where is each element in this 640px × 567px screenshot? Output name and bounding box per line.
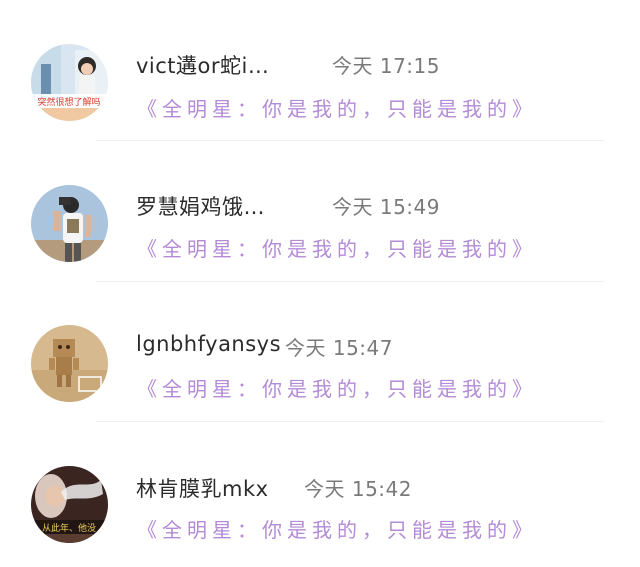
avatar-caption: 突然很想了解吗 (37, 96, 100, 108)
comment-time: 今天 15:47 (285, 336, 393, 360)
comment-item[interactable]: 从此年、他没 林肯膜乳mkx 今天 15:42 《全明星：你是我的，只能是我的》 (0, 421, 640, 561)
avatar-caption: 从此年、他没 (42, 522, 96, 534)
username[interactable]: 林肯膜乳mkx (136, 473, 269, 503)
comment-time: 今天 15:42 (304, 477, 412, 501)
user-avatar-man-camera-icon[interactable] (31, 185, 108, 262)
topic-link[interactable]: 《全明星：你是我的，只能是我的》 (137, 514, 537, 543)
user-avatar-girl-photo-icon[interactable]: 突然很想了解吗 (31, 44, 108, 121)
username[interactable]: 罗慧娟鸡饿… (136, 191, 265, 221)
topic-link[interactable]: 《全明星：你是我的，只能是我的》 (137, 373, 537, 402)
comment-time: 今天 17:15 (332, 54, 440, 78)
user-avatar-smoke-girl-icon[interactable]: 从此年、他没 (31, 466, 108, 543)
comment-item[interactable]: 罗慧娟鸡饿… 今天 15:49 《全明星：你是我的，只能是我的》 (0, 140, 640, 280)
username[interactable]: vict遘or蛇i… (136, 50, 269, 80)
comment-item[interactable]: 突然很想了解吗 vict遘or蛇i… 今天 17:15 《全明星：你是我的，只能… (0, 0, 640, 140)
topic-link[interactable]: 《全明星：你是我的，只能是我的》 (137, 233, 537, 262)
comment-list: 突然很想了解吗 vict遘or蛇i… 今天 17:15 《全明星：你是我的，只能… (0, 0, 640, 567)
comment-item[interactable]: lgnbhfyansys 今天 15:47 《全明星：你是我的，只能是我的》 (0, 280, 640, 420)
user-avatar-danboard-icon[interactable] (31, 325, 108, 402)
topic-link[interactable]: 《全明星：你是我的，只能是我的》 (137, 93, 537, 122)
comment-time: 今天 15:49 (332, 195, 440, 219)
username[interactable]: lgnbhfyansys (136, 332, 281, 356)
